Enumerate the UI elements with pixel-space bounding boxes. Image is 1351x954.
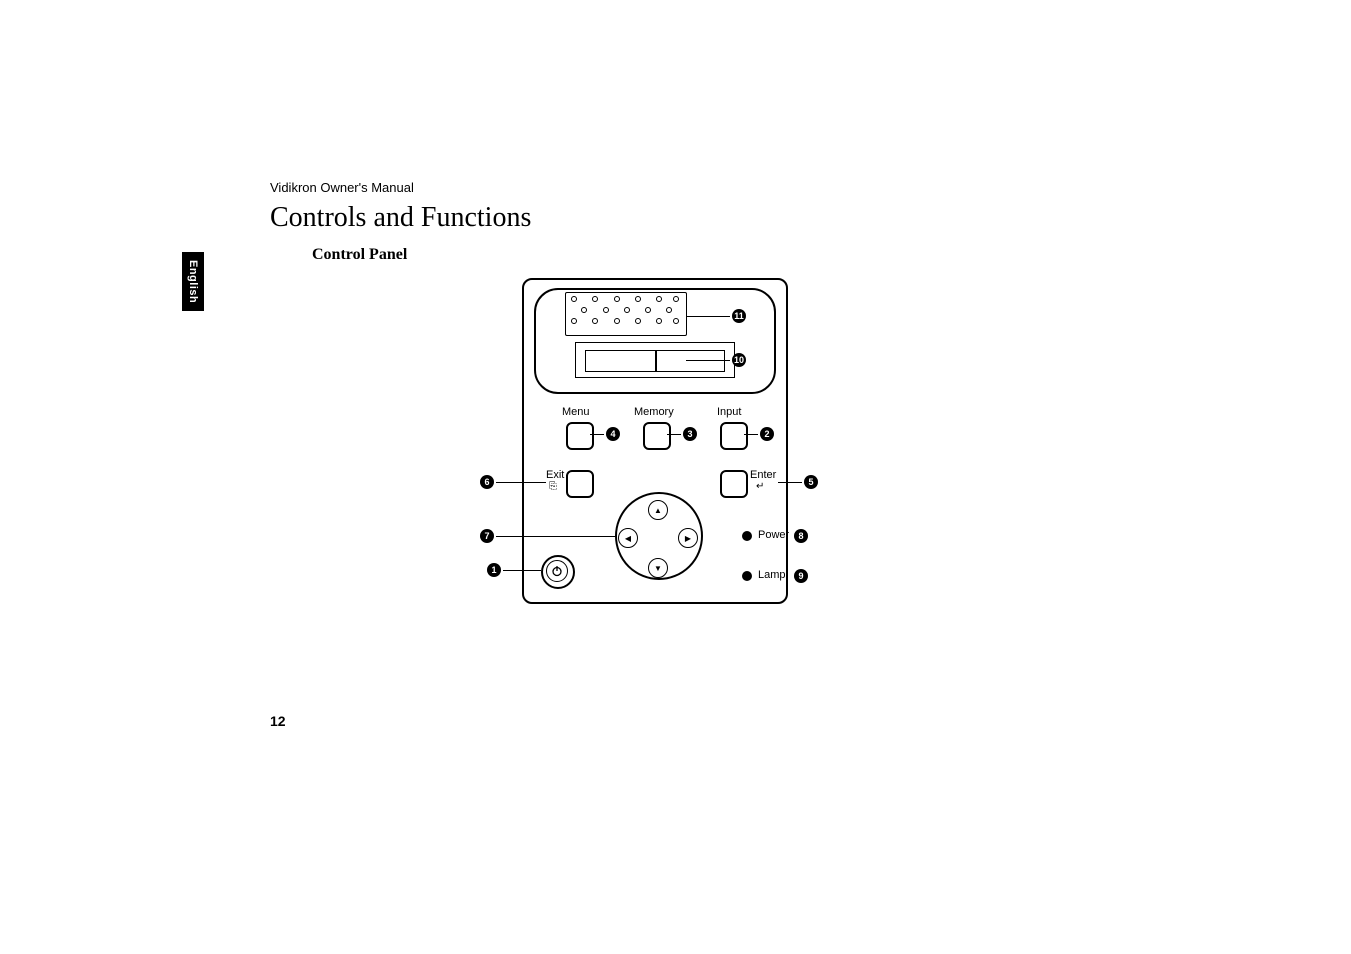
lamp-indicator-led <box>742 571 752 581</box>
enter-label: Enter <box>750 469 776 481</box>
callout-4: 4 <box>606 427 620 441</box>
callout-6: 6 <box>480 475 494 489</box>
language-tab: English <box>182 252 204 311</box>
exit-label: Exit <box>546 469 564 481</box>
lens-cover-inner <box>585 350 725 372</box>
callout-1: 1 <box>487 563 501 577</box>
document-header: Vidikron Owner's Manual <box>270 180 414 195</box>
callout-3: 3 <box>683 427 697 441</box>
callout-11: 11 <box>732 309 746 323</box>
callout-2: 2 <box>760 427 774 441</box>
input-button[interactable] <box>720 422 748 450</box>
menu-label: Menu <box>562 406 590 418</box>
lamp-indicator-label: Lamp <box>758 569 786 581</box>
power-indicator-label: Power <box>758 529 789 541</box>
control-panel-diagram: Menu Memory Input Exit ⎘ Enter ↵ ▲ ◀ ▶ ▼ <box>470 278 820 608</box>
enter-icon: ↵ <box>756 481 764 492</box>
callout-9: 9 <box>794 569 808 583</box>
callout-10: 10 <box>732 353 746 367</box>
callout-7: 7 <box>480 529 494 543</box>
callout-5: 5 <box>804 475 818 489</box>
up-arrow-button[interactable]: ▲ <box>648 500 668 520</box>
section-heading: Controls and Functions <box>270 202 531 234</box>
input-label: Input <box>717 406 741 418</box>
manual-page: Vidikron Owner's Manual Controls and Fun… <box>0 0 1351 954</box>
exit-button[interactable] <box>566 470 594 498</box>
power-button[interactable] <box>546 560 568 582</box>
power-icon <box>551 565 563 577</box>
left-arrow-button[interactable]: ◀ <box>618 528 638 548</box>
callout-8: 8 <box>794 529 808 543</box>
exit-icon: ⎘ <box>549 481 557 492</box>
enter-button[interactable] <box>720 470 748 498</box>
memory-button[interactable] <box>643 422 671 450</box>
speaker-grille <box>565 292 687 336</box>
down-arrow-button[interactable]: ▼ <box>648 558 668 578</box>
subsection-heading: Control Panel <box>312 246 407 264</box>
right-arrow-button[interactable]: ▶ <box>678 528 698 548</box>
menu-button[interactable] <box>566 422 594 450</box>
power-indicator-led <box>742 531 752 541</box>
memory-label: Memory <box>634 406 674 418</box>
page-number: 12 <box>270 713 286 729</box>
